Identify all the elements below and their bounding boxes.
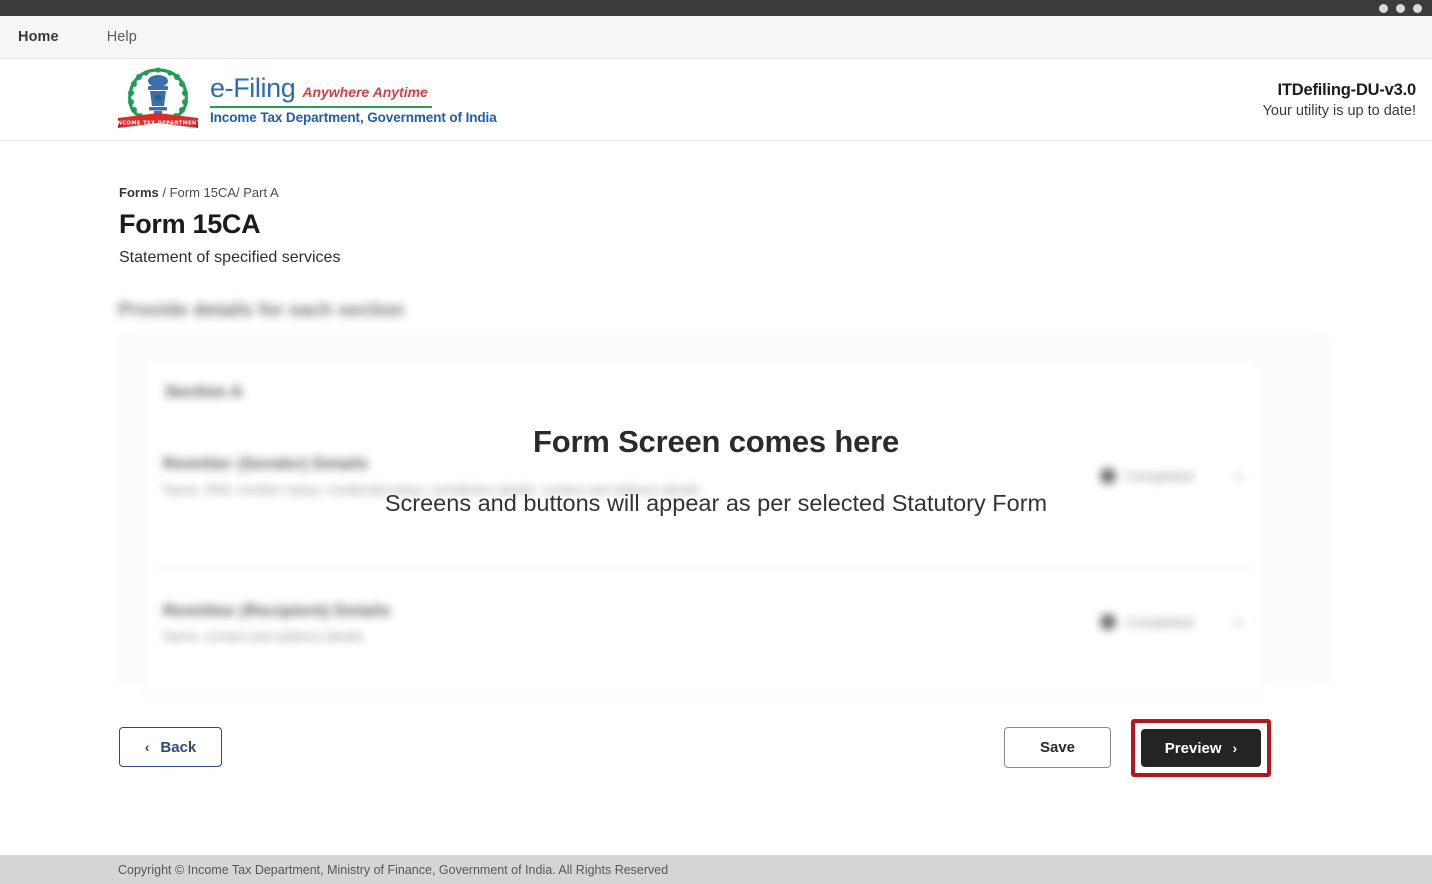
close-dot-icon[interactable] [1413, 3, 1422, 13]
maximize-dot-icon[interactable] [1396, 3, 1405, 13]
brand-tagline-text: Anywhere Anytime [302, 84, 428, 100]
breadcrumb-rest: / Form 15CA/ Part A [158, 185, 279, 200]
preview-button-highlight: Preview › [1131, 719, 1271, 777]
preview-button[interactable]: Preview › [1141, 729, 1261, 767]
brand-header: INCOME TAX DEPARTMENT e-Filing Anywhere … [0, 59, 1432, 141]
copyright-text: Copyright © Income Tax Department, Minis… [118, 862, 669, 877]
nav-item-help[interactable]: Help [107, 29, 137, 45]
save-button-label: Save [1039, 739, 1076, 756]
back-button[interactable]: ‹ Back [119, 727, 222, 767]
utility-version-block: ITDefiling-DU-v3.0 Your utility is up to… [1262, 81, 1417, 119]
svg-text:INCOME TAX DEPARTMENT: INCOME TAX DEPARTMENT [115, 121, 200, 127]
brand-efiling-text: e-Filing [210, 73, 296, 103]
status-check-icon [1099, 614, 1116, 630]
brand-wordmark: e-Filing Anywhere Anytime Income Tax Dep… [210, 71, 497, 125]
breadcrumb: Forms / Form 15CA/ Part A [119, 185, 279, 200]
placeholder-subheading: Screens and buttons will appear as per s… [384, 490, 1048, 516]
status-badge: Completed [1125, 614, 1194, 630]
chevron-left-icon: ‹ [144, 739, 150, 755]
section-row-status-group: Completed › [1099, 612, 1241, 632]
section-heading: Provide details for each section [118, 300, 405, 321]
brand-divider [210, 106, 432, 108]
top-navigation-bar: Home Help [0, 16, 1432, 59]
chevron-right-icon: › [1232, 740, 1238, 756]
window-title-bar [0, 0, 1432, 16]
page-title: Form 15CA [119, 209, 261, 239]
page-footer: Copyright © Income Tax Department, Minis… [0, 855, 1432, 884]
minimize-dot-icon[interactable] [1379, 3, 1388, 13]
status-check-icon [1099, 467, 1116, 484]
page-subtitle: Statement of specified services [119, 249, 341, 266]
efiling-logo: INCOME TAX DEPARTMENT e-Filing Anywhere … [112, 62, 497, 134]
utility-version-status: Your utility is up to date! [1262, 103, 1416, 119]
chevron-right-icon[interactable]: › [1235, 466, 1241, 486]
brand-department-text: Income Tax Department, Government of Ind… [210, 110, 497, 125]
back-button-label: Back [160, 738, 197, 756]
application-window: Home Help INCOME TAX DEPARTMENT e-Filing… [0, 0, 1432, 884]
preview-button-label: Preview [1164, 739, 1222, 757]
section-row-title: Remittee (Recipient) Details [163, 600, 391, 620]
chevron-right-icon[interactable]: › [1235, 612, 1241, 632]
section-row-status-group: Completed › [1099, 466, 1241, 486]
utility-version-name: ITDefiling-DU-v3.0 [1277, 81, 1417, 99]
placeholder-heading: Form Screen comes here [532, 424, 900, 459]
status-badge: Completed [1125, 467, 1194, 484]
page-body: Forms / Form 15CA/ Part A Form 15CA Stat… [0, 141, 1432, 855]
save-button[interactable]: Save [1004, 727, 1111, 768]
india-emblem-icon: INCOME TAX DEPARTMENT [115, 67, 200, 128]
section-row-texts: Remittee (Recipient) Details Name, conta… [163, 601, 391, 644]
section-row-subtitle: Name, contact and address details [163, 628, 364, 644]
section-a-title: Section A [165, 382, 243, 401]
nav-item-home[interactable]: Home [18, 29, 59, 45]
section-row-remittee[interactable]: Remittee (Recipient) Details Name, conta… [157, 569, 1251, 674]
breadcrumb-root[interactable]: Forms [119, 185, 159, 200]
window-controls [1379, 3, 1422, 13]
section-a-card: Section A Remitter (Sender) Details Name… [146, 358, 1260, 698]
